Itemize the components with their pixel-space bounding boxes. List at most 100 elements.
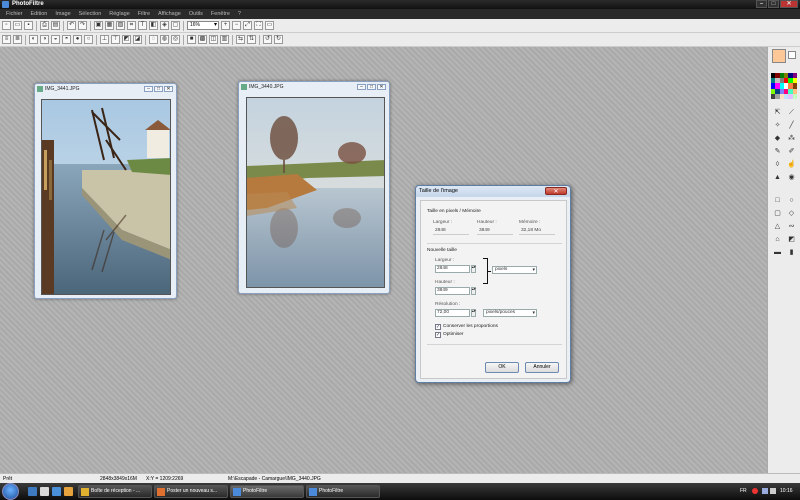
maximize-button[interactable]: □: [768, 0, 779, 8]
image-canvas[interactable]: [246, 97, 385, 288]
taskbar-item[interactable]: PhotoFiltre: [306, 485, 380, 498]
saturation-minus-icon[interactable]: ●: [73, 35, 82, 44]
contrast-minus-icon[interactable]: ◒: [51, 35, 60, 44]
grayscale-icon[interactable]: ◩: [122, 35, 131, 44]
dodge-icon[interactable]: ◉: [786, 172, 797, 183]
print-icon[interactable]: ⎙: [40, 21, 49, 30]
posterize-icon[interactable]: ▥: [220, 35, 229, 44]
height-spinner[interactable]: ▴▾: [471, 287, 476, 295]
magic-wand-icon[interactable]: ✧: [772, 120, 783, 131]
taskbar-item[interactable]: Boîte de réception - ...: [78, 485, 152, 498]
blur-drop-icon[interactable]: ◊: [772, 159, 783, 170]
smudge-icon[interactable]: ☝: [786, 159, 797, 170]
ellipse-select-icon[interactable]: ○: [786, 195, 797, 206]
auto-levels-icon[interactable]: ≡: [2, 35, 11, 44]
zoom-out-icon[interactable]: −: [232, 21, 241, 30]
copy-icon[interactable]: ▣: [94, 21, 103, 30]
window-maximize-button[interactable]: □: [367, 84, 376, 90]
contrast-plus-icon[interactable]: ◓: [62, 35, 71, 44]
image-window[interactable]: IMG_3441.JPG – □ ✕: [34, 83, 177, 299]
flip-vertical-icon[interactable]: ⇅: [247, 35, 256, 44]
gamma-plus-icon[interactable]: ⊤: [111, 35, 120, 44]
window-switch-icon[interactable]: [40, 487, 49, 496]
menu-reglage[interactable]: Réglage: [105, 9, 134, 19]
resolution-spinner[interactable]: ▴▾: [471, 309, 476, 317]
minimize-button[interactable]: –: [756, 0, 767, 8]
unit-select[interactable]: pixels: [492, 266, 537, 274]
spray-icon[interactable]: ⁂: [786, 133, 797, 144]
sharpen-icon[interactable]: ◍: [160, 35, 169, 44]
quicklaunch-icon[interactable]: [64, 487, 73, 496]
show-desktop-icon[interactable]: [28, 487, 37, 496]
crop-icon[interactable]: ⌗: [127, 21, 136, 30]
pipette-icon[interactable]: ⟋: [786, 107, 797, 118]
gamma-minus-icon[interactable]: ⊥: [100, 35, 109, 44]
zoom-in-icon[interactable]: +: [221, 21, 230, 30]
width-input[interactable]: 2848: [435, 265, 470, 273]
window-maximize-button[interactable]: □: [154, 86, 163, 92]
image-window-titlebar[interactable]: IMG_3441.JPG – □ ✕: [35, 84, 176, 94]
ie-icon[interactable]: [52, 487, 61, 496]
rotate-right-icon[interactable]: ↻: [274, 35, 283, 44]
color-balance-icon[interactable]: ▩: [198, 35, 207, 44]
taskbar-item[interactable]: Poster un nouveau s...: [154, 485, 228, 498]
brightness-plus-icon[interactable]: ◑: [40, 35, 49, 44]
sepia-icon[interactable]: ◪: [133, 35, 142, 44]
lasso-icon[interactable]: ∾: [786, 221, 797, 232]
layer-icon[interactable]: ◧: [149, 21, 158, 30]
menu-selection[interactable]: Sélection: [75, 9, 106, 19]
menu-fenetre[interactable]: Fenêtre: [207, 9, 234, 19]
zoom-select[interactable]: 16%: [187, 21, 219, 30]
polygon-lasso-icon[interactable]: ⌂: [772, 234, 783, 245]
menu-fichier[interactable]: Fichier: [2, 9, 27, 19]
blur-icon[interactable]: ◌: [149, 35, 158, 44]
start-button[interactable]: [2, 483, 19, 500]
new-file-icon[interactable]: ▫: [2, 21, 11, 30]
window-minimize-button[interactable]: –: [144, 86, 153, 92]
automation-icon[interactable]: ◩: [786, 234, 797, 245]
window-icon[interactable]: ▭: [265, 21, 274, 30]
cancel-button[interactable]: Annuler: [525, 362, 559, 373]
mask-icon[interactable]: ▮: [786, 247, 797, 258]
window-close-button[interactable]: ✕: [377, 84, 386, 90]
pointer-icon[interactable]: ⇱: [772, 107, 783, 118]
keep-ratio-checkbox[interactable]: ✓: [435, 324, 441, 330]
color-palette[interactable]: [771, 73, 797, 99]
menu-help[interactable]: ?: [234, 9, 245, 19]
optimize-checkbox[interactable]: ✓: [435, 332, 441, 338]
zoom-actual-icon[interactable]: ⛶: [254, 21, 263, 30]
image-size-icon[interactable]: ▧: [116, 21, 125, 30]
alert-icon[interactable]: [752, 488, 758, 494]
window-minimize-button[interactable]: –: [357, 84, 366, 90]
taskbar-item[interactable]: PhotoFiltre: [230, 485, 304, 498]
flip-horizontal-icon[interactable]: ⇆: [236, 35, 245, 44]
background-color-swatch[interactable]: [788, 51, 796, 59]
resolution-unit-select[interactable]: pixels/pouces: [483, 309, 537, 317]
language-indicator[interactable]: FR: [740, 483, 747, 500]
saturation-plus-icon[interactable]: ○: [84, 35, 93, 44]
image-window[interactable]: IMG_3440.JPG – □ ✕: [238, 81, 390, 294]
scan-icon[interactable]: ▤: [51, 21, 60, 30]
advanced-brush-icon[interactable]: ✐: [786, 146, 797, 157]
volume-icon[interactable]: [770, 488, 776, 494]
fill-bucket-icon[interactable]: ◆: [772, 133, 783, 144]
line-icon[interactable]: ╱: [786, 120, 797, 131]
height-input[interactable]: 3849: [435, 287, 470, 295]
dialog-titlebar[interactable]: Taille de l'image ✕: [416, 186, 570, 197]
zoom-fit-icon[interactable]: ⤢: [243, 21, 252, 30]
open-folder-icon[interactable]: ▭: [13, 21, 22, 30]
close-button[interactable]: ✕: [780, 0, 798, 8]
diamond-select-icon[interactable]: ◇: [786, 208, 797, 219]
fullscreen-icon[interactable]: ▢: [171, 21, 180, 30]
rounded-rect-select-icon[interactable]: ▢: [772, 208, 783, 219]
rgb-icon[interactable]: ■: [187, 35, 196, 44]
menu-image[interactable]: Image: [51, 9, 74, 19]
image-canvas[interactable]: [41, 99, 171, 295]
network-icon[interactable]: [762, 488, 768, 494]
menu-outils[interactable]: Outils: [185, 9, 207, 19]
menu-edition[interactable]: Edition: [27, 9, 52, 19]
image-window-titlebar[interactable]: IMG_3440.JPG – □ ✕: [239, 82, 389, 92]
save-icon[interactable]: ▪: [24, 21, 33, 30]
menu-filtre[interactable]: Filtre: [134, 9, 154, 19]
invert-select-icon[interactable]: ▬: [772, 247, 783, 258]
